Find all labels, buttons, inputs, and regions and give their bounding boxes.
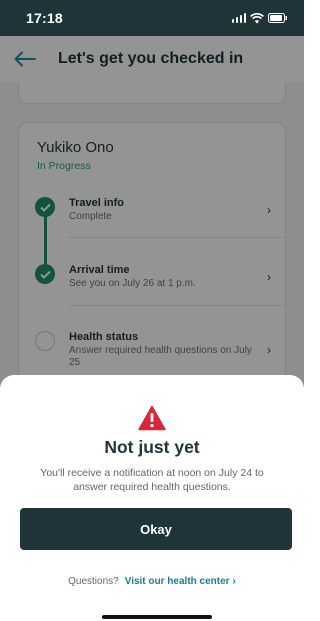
status-bar: 17:18 bbox=[0, 0, 304, 36]
health-center-link[interactable]: Visit our health center bbox=[125, 576, 230, 587]
status-time: 17:18 bbox=[26, 10, 63, 26]
chevron-right-icon[interactable]: › bbox=[233, 576, 236, 587]
okay-button[interactable]: Okay bbox=[20, 508, 292, 550]
battery-icon bbox=[268, 13, 288, 23]
not-yet-sheet: Not just yet You'll receive a notificati… bbox=[0, 375, 304, 621]
questions-label: Questions? bbox=[68, 576, 119, 587]
home-indicator[interactable] bbox=[102, 615, 212, 619]
sheet-message: You'll receive a notification at noon on… bbox=[40, 467, 264, 493]
status-icons bbox=[231, 12, 289, 24]
signal-icon bbox=[231, 13, 246, 23]
warning-icon bbox=[138, 405, 166, 431]
wifi-icon bbox=[250, 12, 264, 24]
questions-row: Questions? Visit our health center › bbox=[0, 576, 304, 587]
sheet-title: Not just yet bbox=[104, 437, 200, 457]
